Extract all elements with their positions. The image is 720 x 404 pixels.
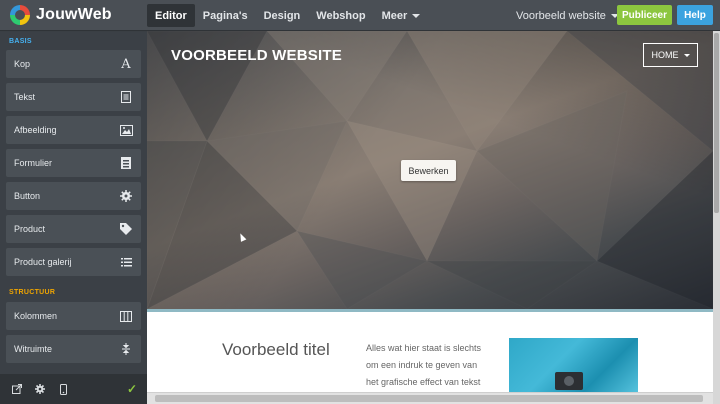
block-kop[interactable]: Kop A (6, 50, 141, 78)
nav-meer[interactable]: Meer (374, 4, 429, 27)
camera-image-icon (555, 372, 583, 390)
chevron-down-icon (683, 53, 690, 57)
columns-icon (119, 309, 133, 323)
image-icon (119, 123, 133, 137)
list-icon (119, 255, 133, 269)
top-bar: JouwWeb Editor Pagina's Design Webshop M… (0, 0, 720, 31)
block-label: Afbeelding (14, 125, 57, 135)
website-canvas: VOORBEELD WEBSITE HOME Bewerken Voorbeel… (147, 31, 720, 404)
external-link-icon[interactable] (11, 383, 23, 395)
logo-mark-icon (10, 5, 30, 25)
block-product-galerij[interactable]: Product galerij (6, 248, 141, 276)
block-label: Product (14, 224, 46, 234)
heading-icon: A (121, 56, 131, 72)
block-button[interactable]: Button (6, 182, 141, 210)
block-label: Kolommen (14, 311, 58, 321)
logo-text: JouwWeb (36, 6, 112, 23)
jouwweb-logo[interactable]: JouwWeb (10, 4, 112, 26)
content-section: Voorbeeld titel Alles wat hier staat is … (147, 312, 713, 392)
help-button[interactable]: Help (677, 5, 713, 25)
site-selector[interactable]: Voorbeeld website (516, 4, 619, 27)
chevron-down-icon (412, 13, 421, 18)
site-title[interactable]: VOORBEELD WEBSITE (171, 47, 342, 64)
nav-webshop[interactable]: Webshop (308, 4, 373, 27)
mobile-icon[interactable] (57, 383, 69, 395)
content-title[interactable]: Voorbeeld titel (222, 340, 330, 360)
content-image[interactable] (509, 338, 638, 392)
block-product[interactable]: Product (6, 215, 141, 243)
edit-header-button[interactable]: Bewerken (401, 160, 456, 181)
nav-meer-label: Meer (381, 9, 408, 22)
gear-icon[interactable] (34, 383, 46, 395)
block-label: Kop (14, 59, 31, 69)
horizontal-scrollbar-thumb[interactable] (155, 395, 703, 402)
block-label: Button (14, 191, 41, 201)
block-witruimte[interactable]: Witruimte (6, 335, 141, 363)
hero-header: VOORBEELD WEBSITE HOME Bewerken (147, 31, 713, 309)
form-icon (119, 156, 133, 170)
home-menu-label: HOME (651, 50, 679, 60)
block-label: Product galerij (14, 257, 72, 267)
vertical-scrollbar-thumb[interactable] (714, 33, 719, 213)
site-selector-label: Voorbeeld website (516, 9, 606, 22)
block-sidebar: BASIS Kop A Tekst Afbeelding Formulier B… (0, 32, 147, 374)
section-title-structuur: STRUCTUUR (9, 289, 56, 296)
horizontal-scrollbar[interactable] (147, 392, 713, 404)
home-menu-button[interactable]: HOME (643, 43, 698, 67)
section-title-basis: BASIS (9, 38, 32, 45)
block-formulier[interactable]: Formulier (6, 149, 141, 177)
nav-paginas[interactable]: Pagina's (195, 4, 256, 27)
sidebar-footer: ✓ (0, 374, 147, 404)
tag-icon (119, 222, 133, 236)
block-label: Formulier (14, 158, 53, 168)
publish-button[interactable]: Publiceer (617, 5, 672, 25)
block-afbeelding[interactable]: Afbeelding (6, 116, 141, 144)
content-paragraph[interactable]: Alles wat hier staat is slechts om een i… (366, 340, 490, 391)
block-label: Witruimte (14, 344, 52, 354)
nav-design[interactable]: Design (256, 4, 309, 27)
block-label: Tekst (14, 92, 36, 102)
button-icon (119, 189, 133, 203)
vertical-scrollbar[interactable] (713, 31, 720, 404)
nav-editor[interactable]: Editor (147, 4, 195, 27)
block-kolommen[interactable]: Kolommen (6, 302, 141, 330)
spacing-icon (119, 342, 133, 356)
text-icon (119, 90, 133, 104)
block-tekst[interactable]: Tekst (6, 83, 141, 111)
main-nav: Editor Pagina's Design Webshop Meer (147, 4, 428, 27)
check-icon[interactable]: ✓ (127, 382, 137, 396)
